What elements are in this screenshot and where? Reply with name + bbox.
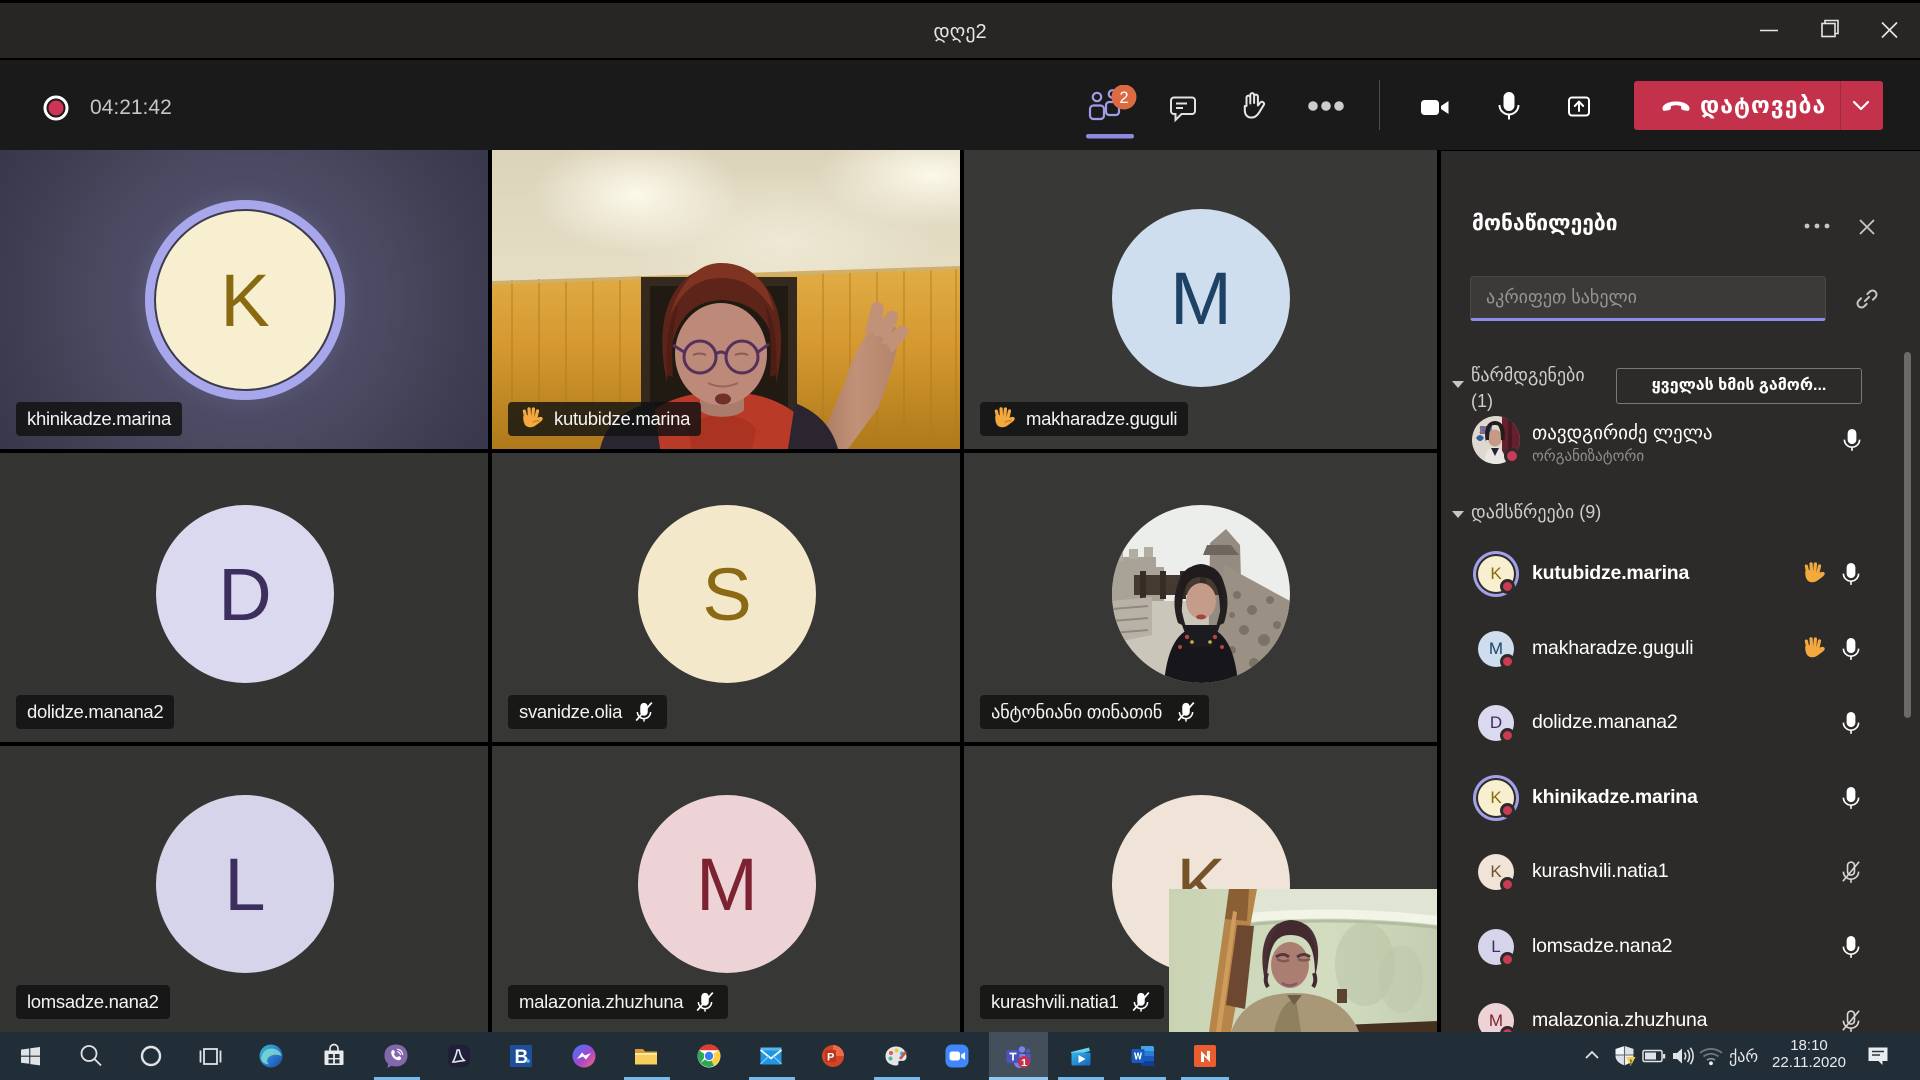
svg-text:B: B bbox=[515, 1047, 529, 1068]
svg-text:2: 2 bbox=[1119, 89, 1128, 107]
svg-text:1: 1 bbox=[1021, 1057, 1027, 1069]
svg-text:P: P bbox=[827, 1052, 834, 1064]
svg-text:3: 3 bbox=[1479, 425, 1485, 437]
